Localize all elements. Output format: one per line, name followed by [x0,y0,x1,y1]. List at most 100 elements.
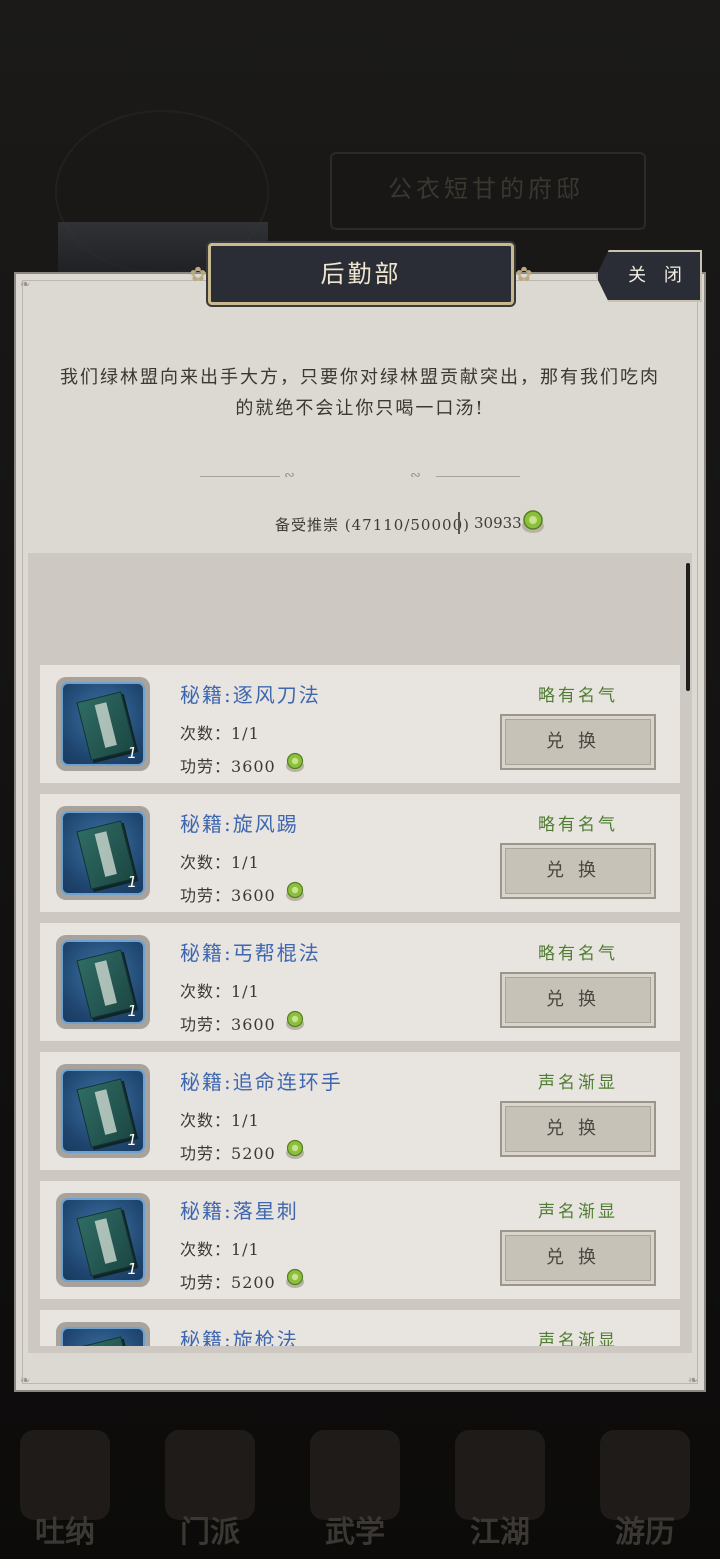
list-item: 1 秘籍:逐风刀法 次数：1/1 功劳：3600 略有名气 兑换 [40,665,680,783]
item-icon-frame[interactable]: 1 [56,806,150,900]
nav-menpai: 门派 [155,1418,265,1559]
item-cost-value: 3600 [231,757,276,776]
nav-tuna: 吐纳 [10,1418,120,1559]
item-icon-frame[interactable]: 1 [56,1193,150,1287]
divider-line [200,476,280,477]
item-count: 次数：1/1 [180,853,260,872]
item-icon-frame[interactable]: 1 [56,677,150,771]
divider-knot-icon: ∾ [410,468,421,483]
item-cost-label: 功劳： [180,886,232,905]
nav-youli: 游历 [590,1418,700,1559]
item-cost: 功劳：3600 [180,1011,276,1035]
item-name: 秘籍:旋枪法 [180,1328,299,1346]
exchange-button-label: 兑换 [546,731,610,752]
divider-knot-icon: ∾ [284,468,295,483]
item-name: 秘籍:逐风刀法 [180,683,321,707]
merit-coin-icon [286,1139,304,1159]
item-cost: 功劳：3600 [180,882,276,906]
divider-left: ∾ [200,468,310,483]
exchange-button[interactable]: 兑换 [500,843,656,899]
list-item: 1 秘籍:旋风踢 次数：1/1 功劳：3600 略有名气 兑换 [40,794,680,912]
corner-ornament-icon: ❧ [20,1373,31,1387]
item-name: 秘籍:落星刺 [180,1199,299,1223]
item-count: 次数：1/1 [180,1111,260,1130]
list-item: 1 秘籍:丐帮棍法 次数：1/1 功劳：3600 略有名气 兑换 [40,923,680,1041]
item-icon-slot: 1 [61,811,145,895]
item-cost-value: 3600 [231,1015,276,1034]
item-rank-requirement: 声名渐显 [538,1073,618,1093]
item-icon-slot: 1 [61,682,145,766]
nav-jianghu-label: 江湖 [470,1515,530,1550]
item-count: 次数：1/1 [180,724,260,743]
item-quantity: 1 [127,873,137,891]
title-ornament-left-icon: ✿ [189,262,207,286]
list-item: 1 秘籍:追命连环手 次数：1/1 功劳：5200 声名渐显 兑换 [40,1052,680,1170]
item-cost: 功劳：5200 [180,1140,276,1164]
currency-value: 30933 [474,514,522,532]
divider-right: ∾ [410,468,520,483]
reputation-label: 备受推崇 (47110/50000) [275,516,470,534]
item-icon-frame[interactable]: 1 [56,935,150,1029]
merit-coin-icon [286,1268,304,1288]
merit-coin-icon [286,881,304,901]
list-item: 1 秘籍:落星刺 次数：1/1 功劳：5200 声名渐显 兑换 [40,1181,680,1299]
nav-jianghu: 江湖 [445,1418,555,1559]
merit-coin-icon [286,1010,304,1030]
dialog-title-plate: 后勤部 [208,243,514,305]
list-scrollbar[interactable] [686,563,690,691]
item-cost-value: 3600 [231,886,276,905]
nav-tuna-label: 吐纳 [35,1515,95,1550]
title-ornament-right-icon: ✿ [515,262,533,286]
item-icon-slot: 1 [61,1069,145,1153]
item-name: 秘籍:旋风踢 [180,812,299,836]
corner-ornament-icon: ❧ [20,277,31,291]
item-quantity: 1 [127,1131,137,1149]
item-cost-value: 5200 [231,1273,276,1292]
nav-wuxue-label: 武学 [325,1515,385,1550]
item-cost: 功劳：3600 [180,753,276,777]
item-cost-value: 5200 [231,1144,276,1163]
item-count: 次数：1/1 [180,1240,260,1259]
item-cost-label: 功劳： [180,1144,232,1163]
item-cost-label: 功劳： [180,1015,232,1034]
merit-coin-icon [522,510,544,533]
item-rank-requirement: 略有名气 [538,815,618,835]
item-icon-frame[interactable] [56,1322,150,1346]
item-rank-requirement: 声名渐显 [538,1202,618,1222]
item-quantity: 1 [127,1260,137,1278]
merit-coin-icon [286,752,304,772]
nav-menpai-label: 门派 [180,1515,240,1550]
item-rank-requirement: 声名渐显 [538,1331,618,1346]
item-quantity: 1 [127,744,137,762]
background-title: 公衣短甘的府邸 [388,175,584,203]
stats-separator [458,512,460,534]
dialog-title: 后勤部 [320,260,402,288]
exchange-button-label: 兑换 [546,989,610,1010]
manual-book-icon [76,1336,136,1346]
exchange-button[interactable]: 兑换 [500,714,656,770]
corner-ornament-icon: ❧ [688,1373,699,1387]
item-name: 秘籍:丐帮棍法 [180,941,321,965]
close-button-label: 关 闭 [628,265,688,286]
nav-youli-label: 游历 [615,1515,675,1550]
item-cost-label: 功劳： [180,1273,232,1292]
item-name: 秘籍:追命连环手 [180,1070,343,1094]
item-rank-requirement: 略有名气 [538,686,618,706]
exchange-button[interactable]: 兑换 [500,1101,656,1157]
item-icon-slot: 1 [61,1198,145,1282]
list-item: 秘籍:旋枪法 声名渐显 [40,1310,680,1346]
item-rank-requirement: 略有名气 [538,944,618,964]
item-cost: 功劳：5200 [180,1269,276,1293]
exchange-button-label: 兑换 [546,1247,610,1268]
nav-wuxue: 武学 [300,1418,410,1559]
close-button[interactable]: 关 闭 [596,250,702,302]
item-icon-frame[interactable]: 1 [56,1064,150,1158]
divider-line [436,476,520,477]
item-icon-slot: 1 [61,940,145,1024]
exchange-button-label: 兑换 [546,860,610,881]
exchange-button[interactable]: 兑换 [500,1230,656,1286]
item-count: 次数：1/1 [180,982,260,1001]
item-cost-label: 功劳： [180,757,232,776]
dialog-description: 我们绿林盟向来出手大方，只要你对绿林盟贡献突出，那有我们吃肉的就绝不会让你只喝一… [60,367,660,419]
exchange-button[interactable]: 兑换 [500,972,656,1028]
